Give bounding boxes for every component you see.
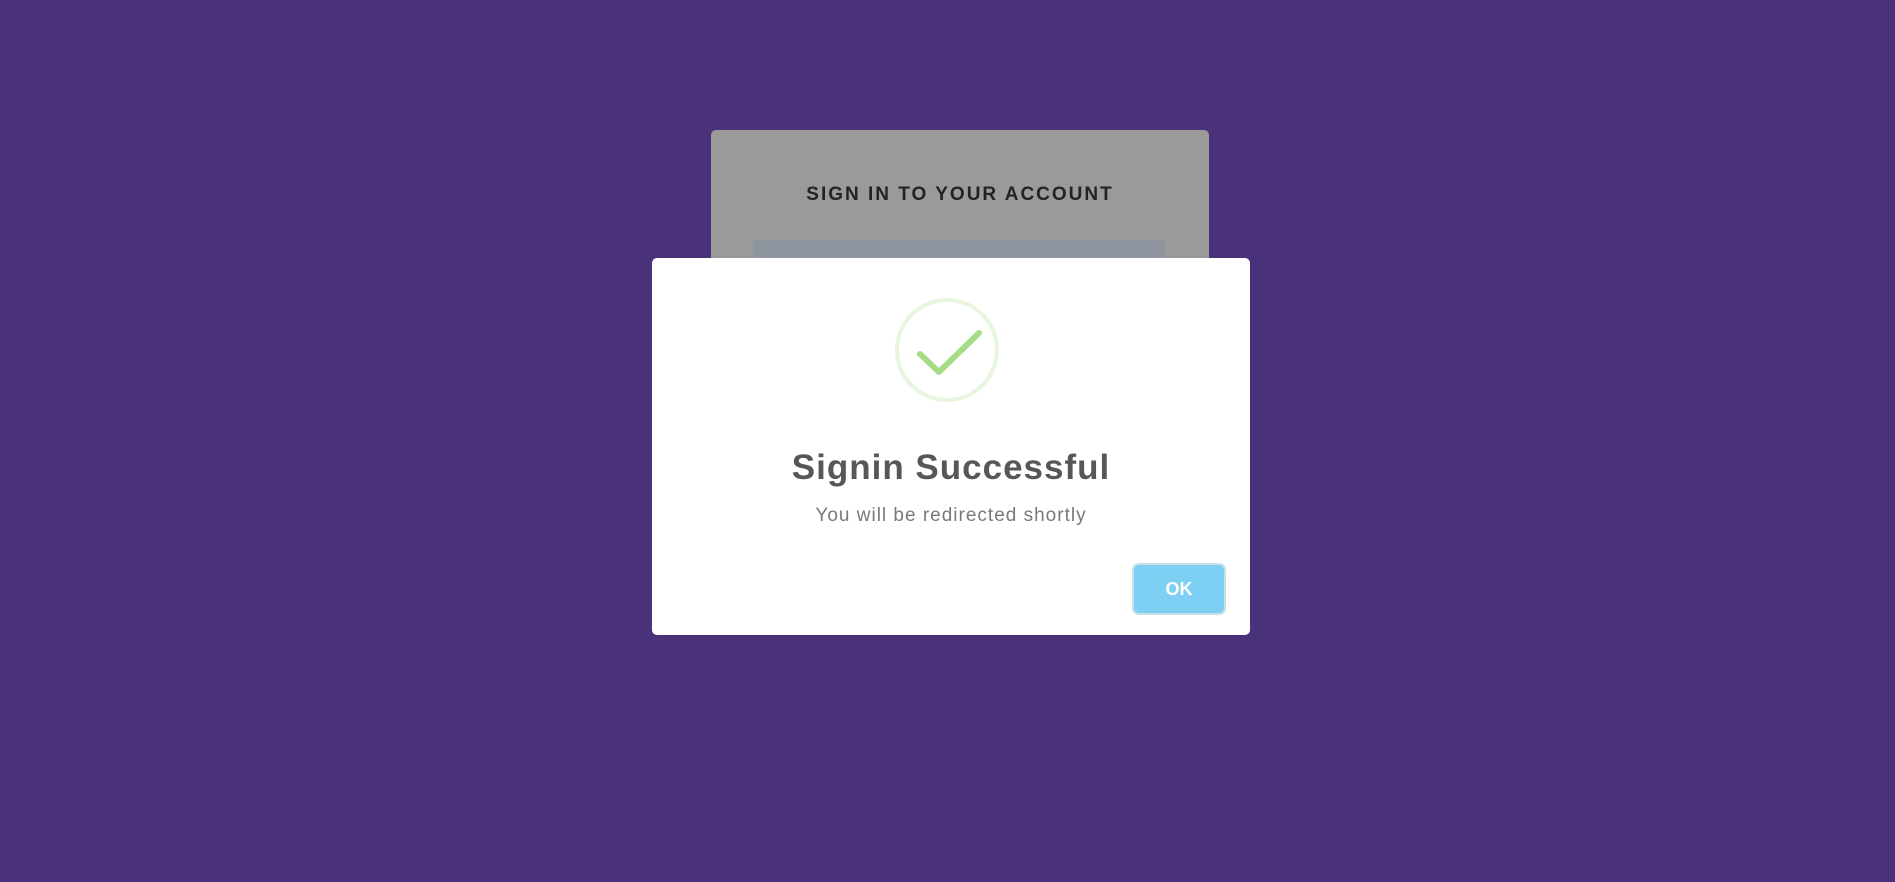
checkmark-success-icon [895, 298, 999, 402]
dialog-title: Signin Successful [791, 448, 1111, 487]
dialog-message: You will be redirected shortly [815, 505, 1087, 526]
page: SIGN IN TO YOUR ACCOUNT Signin Successfu… [0, 0, 1895, 882]
success-dialog: Signin Successful You will be redirected… [652, 258, 1250, 635]
ok-button[interactable]: OK [1134, 565, 1224, 613]
login-title: SIGN IN TO YOUR ACCOUNT [806, 184, 1114, 205]
